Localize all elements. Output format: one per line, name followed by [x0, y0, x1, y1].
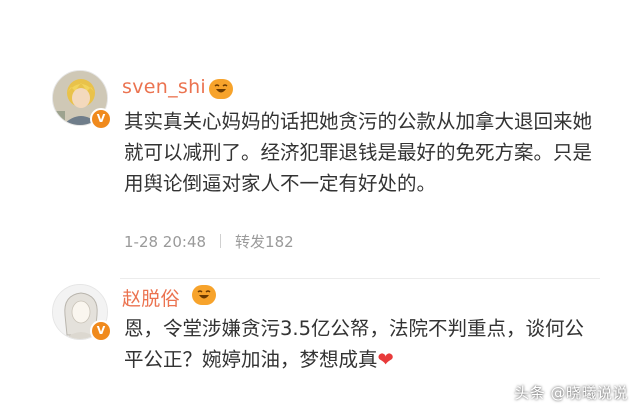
laughing-emoji-icon	[209, 79, 233, 99]
repost-link[interactable]: 转发182	[235, 233, 294, 251]
laughing-emoji-icon	[192, 285, 216, 305]
username[interactable]: sven_shi	[122, 76, 206, 98]
timestamp: 1-28 20:48	[124, 233, 207, 251]
verified-v-icon: V	[90, 108, 112, 130]
username[interactable]: 赵脱俗	[122, 284, 180, 311]
comment-meta: 1-28 20:48 转发182	[124, 231, 294, 252]
verified-v-icon: V	[90, 320, 112, 342]
meta-divider	[220, 234, 222, 248]
heart-icon: ❤	[377, 348, 394, 371]
comment-text: 其实真关心妈妈的话把她贪污的公款从加拿大退回来她就可以减刑了。经济犯罪退钱是最好…	[124, 110, 593, 195]
watermark: 头条 @晓曦说说	[514, 384, 628, 402]
comment-text: 恩，令堂涉嫌贪污3.5亿公帑，法院不判重点，谈何公平公正？婉婷加油，梦想成真❤	[124, 313, 594, 375]
comment-body: 恩，令堂涉嫌贪污3.5亿公帑，法院不判重点，谈何公平公正？婉婷加油，梦想成真	[124, 317, 585, 371]
comment-item: V sven_shi 其实真关心妈妈的话把她贪污的公款从加拿大退回来她就可以减刑…	[0, 0, 640, 278]
